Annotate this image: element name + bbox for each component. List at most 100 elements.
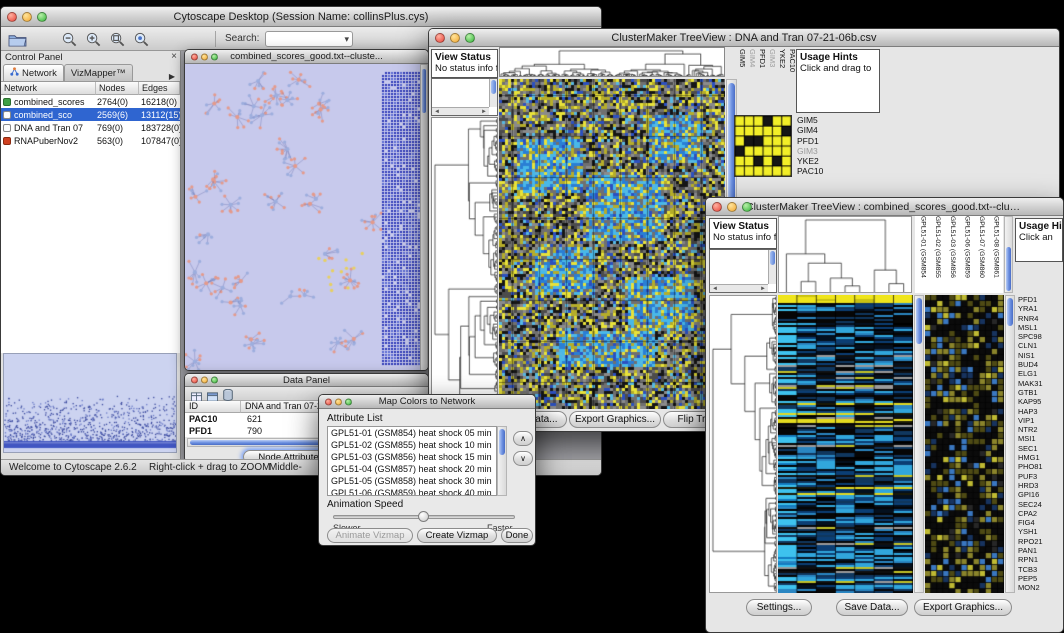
close-icon[interactable] [325,398,332,405]
attribute-list-item[interactable]: GPL51-03 (GSM856) heat shock 15 min [328,451,496,463]
scroll-thumb[interactable] [916,298,922,344]
scroll-thumb[interactable] [499,429,505,455]
scroll-thumb[interactable] [770,251,775,265]
attribute-list-item[interactable]: GPL51-05 (GSM858) heat shock 30 min [328,475,496,487]
tab-vizmapper[interactable]: VizMapper™ [64,64,133,81]
control-panel-close-icon[interactable]: × [171,51,177,62]
nav-hscrollbar[interactable]: ◄► [710,284,768,292]
export-graphics-button[interactable]: Export Graphics... [914,599,1012,616]
row-label[interactable]: GIM4 [797,125,841,135]
dna-col-dendrogram-canvas[interactable] [499,47,725,77]
gene-label[interactable]: PFD1 [1018,295,1063,304]
nav-vscrollbar[interactable] [489,79,497,107]
scroll-thumb[interactable] [1006,247,1011,291]
gene-label[interactable]: PUF3 [1018,472,1063,481]
gene-label[interactable]: SEC24 [1018,500,1063,509]
move-down-button[interactable]: ∨ [513,451,533,466]
tab-network[interactable]: Network [3,64,64,81]
zoom-icon[interactable] [742,202,752,212]
attribute-list[interactable]: GPL51-01 (GSM854) heat shock 05 minGPL51… [327,426,497,496]
gene-label[interactable]: MSL1 [1018,323,1063,332]
close-icon[interactable] [191,53,198,60]
col-network[interactable]: Network [1,82,96,95]
row-label[interactable]: PAC10 [797,166,841,176]
attribute-list-item[interactable]: GPL51-02 (GSM855) heat shock 10 min [328,439,496,451]
scroll-thumb[interactable] [1007,298,1013,326]
birdseye-panel[interactable] [3,353,177,453]
network-table-row[interactable]: combined_sco 2569(6) 13112(15) [1,108,180,121]
done-button[interactable]: Done [501,528,533,543]
move-up-button[interactable]: ∧ [513,431,533,446]
scroll-thumb[interactable] [422,69,426,113]
zoom-icon[interactable] [211,377,218,384]
column-label[interactable]: YKE2 [777,49,787,115]
nav-hscrollbar[interactable]: ◄► [432,107,489,115]
minimize-icon[interactable] [450,33,460,43]
gene-label[interactable]: VIP1 [1018,416,1063,425]
gene-label[interactable]: MSI1 [1018,434,1063,443]
minimize-icon[interactable] [201,53,208,60]
dna-matrix-canvas[interactable] [734,115,792,177]
close-icon[interactable] [435,33,445,43]
gene-label[interactable]: RPN1 [1018,555,1063,564]
scroll-right-icon[interactable]: ► [481,108,487,115]
gene-label[interactable]: TCB3 [1018,565,1063,574]
close-icon[interactable] [712,202,722,212]
gene-label[interactable]: BUD4 [1018,360,1063,369]
gene-label[interactable]: CLN1 [1018,341,1063,350]
tab-overflow-icon[interactable]: ▶ [164,72,180,81]
col-id[interactable]: ID [185,401,241,413]
comb-global-canvas[interactable] [925,295,1004,593]
column-label[interactable]: GPL51-02 (GSM855 [930,216,945,293]
treeview-dna-titlebar[interactable]: ClusterMaker TreeView : DNA and Tran 07-… [429,29,1059,47]
minimize-icon[interactable] [22,12,32,22]
gene-label[interactable]: ELG1 [1018,369,1063,378]
gene-label[interactable]: YSH1 [1018,527,1063,536]
attribute-list-item[interactable]: GPL51-06 (GSM859) heat shock 40 min [328,487,496,496]
col-edges[interactable]: Edges [139,82,180,95]
network-view-titlebar[interactable]: combined_scores_good.txt--cluste... [185,50,428,64]
global-nav-box[interactable]: ◄► [431,78,498,116]
scroll-thumb[interactable] [491,80,496,94]
gene-label[interactable]: NIS1 [1018,351,1063,360]
network-table-row[interactable]: DNA and Tran 07 769(0) 183728(0) [1,121,180,134]
zoom-selected-icon[interactable] [131,30,151,48]
gene-label[interactable]: NTR2 [1018,425,1063,434]
column-label[interactable]: GPL51-06 (GSM859 [959,216,974,293]
row-label[interactable]: PFD1 [797,136,841,146]
close-icon[interactable] [7,12,17,22]
gene-label[interactable]: SEC1 [1018,444,1063,453]
network-vscrollbar[interactable] [420,64,428,371]
global-vscrollbar[interactable] [1005,295,1015,593]
column-label[interactable]: GPL51-01 (GSM854 [915,216,930,293]
gene-label[interactable]: PHO81 [1018,462,1063,471]
main-titlebar[interactable]: Cytoscape Desktop (Session Name: collins… [1,7,601,27]
heatmap-vscrollbar[interactable] [914,295,924,593]
dna-row-dendrogram-canvas[interactable] [431,117,498,409]
search-input[interactable]: ▾ [265,31,353,47]
gene-label[interactable]: FIG4 [1018,518,1063,527]
animate-vizmap-button[interactable]: Animate Vizmap [327,528,413,543]
gene-label[interactable]: GPI16 [1018,490,1063,499]
row-label[interactable]: GIM5 [797,115,841,125]
attribute-list-scrollbar[interactable] [497,426,507,496]
zoom-icon[interactable] [345,398,352,405]
gene-label[interactable]: RPO21 [1018,537,1063,546]
column-label[interactable]: GIM3 [767,49,777,115]
close-icon[interactable] [191,377,198,384]
column-label[interactable]: GPL51-03 (GSM856 [944,216,959,293]
gene-label[interactable]: KAP95 [1018,397,1063,406]
open-folder-icon[interactable] [7,30,27,48]
create-vizmap-button[interactable]: Create Vizmap [417,528,497,543]
dna-heatmap-canvas[interactable] [499,79,725,409]
settings-button[interactable]: Settings... [746,599,812,616]
dialog-titlebar[interactable]: Map Colors to Network [319,395,535,409]
scroll-right-icon[interactable]: ► [760,285,766,292]
gene-label[interactable]: HRD3 [1018,481,1063,490]
attribute-list-item[interactable]: GPL51-01 (GSM854) heat shock 05 min [328,427,496,439]
export-graphics-button[interactable]: Export Graphics... [569,411,661,428]
gene-label[interactable]: PAN1 [1018,546,1063,555]
zoom-out-icon[interactable] [59,30,79,48]
col-nodes[interactable]: Nodes [96,82,139,95]
column-label[interactable]: GPL51-08 (GSM861 [988,216,1003,293]
